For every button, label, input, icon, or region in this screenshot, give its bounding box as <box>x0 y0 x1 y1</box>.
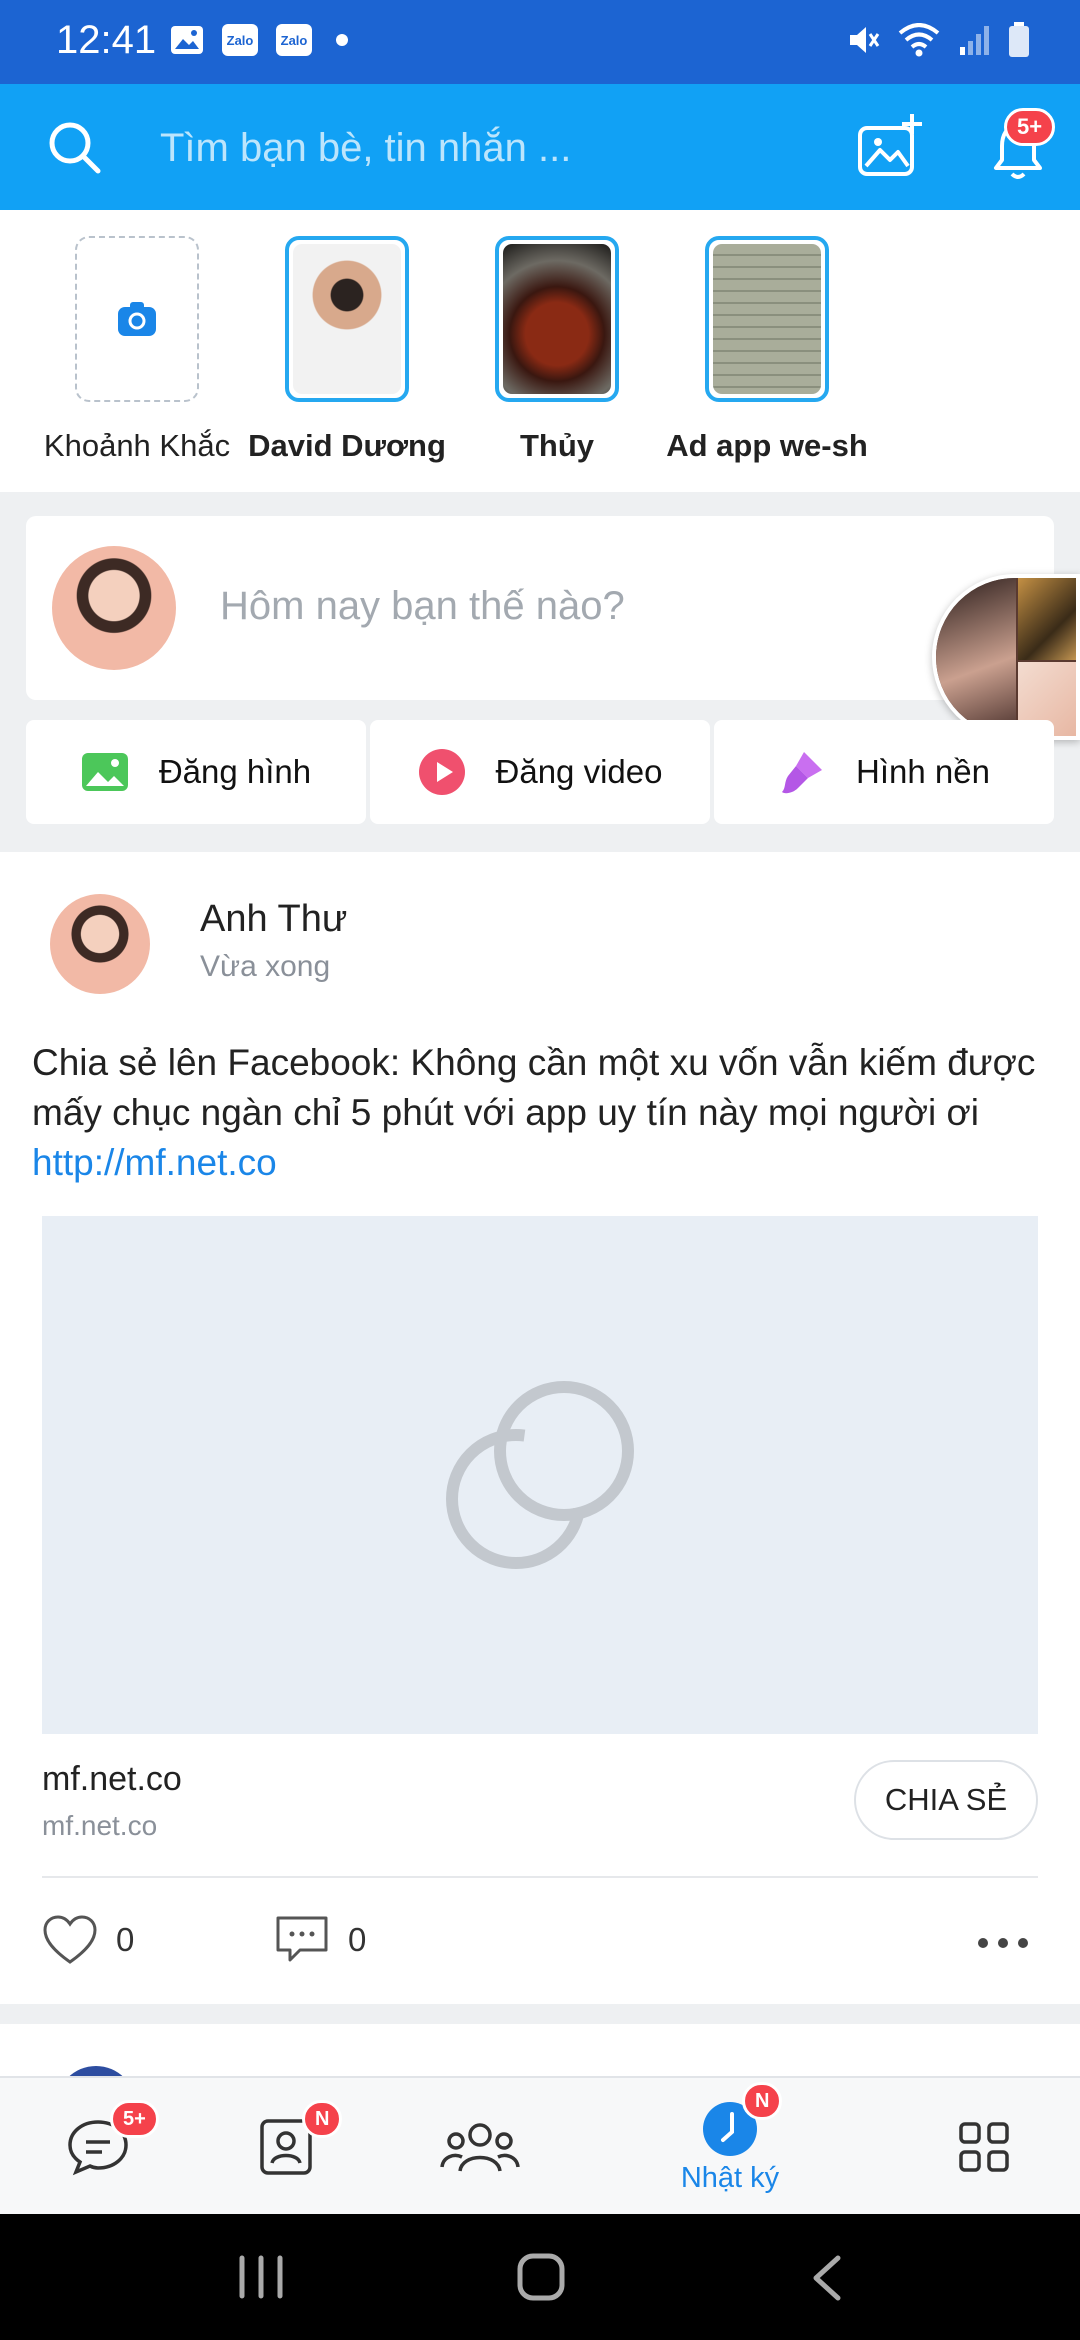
search-icon[interactable] <box>44 117 104 177</box>
tab-messages[interactable]: 5+ <box>8 2078 188 2216</box>
stories-row: Khoảnh Khắc David Dương Thủy Ad app we-s… <box>0 210 1080 492</box>
app-header: 5+ <box>0 84 1080 210</box>
back-icon[interactable] <box>808 2254 844 2302</box>
status-time: 12:41 <box>56 18 157 62</box>
grid-menu-icon <box>959 2122 1009 2172</box>
floating-chat-head[interactable] <box>932 574 1080 740</box>
link-preview-image[interactable] <box>42 1216 1038 1734</box>
mute-icon <box>850 27 880 53</box>
video-play-icon <box>418 749 465 795</box>
messages-badge: 5+ <box>110 2100 159 2138</box>
story-item[interactable]: David Dương <box>242 236 452 464</box>
story-label: Thủy <box>519 428 595 463</box>
groups-icon <box>440 2123 520 2172</box>
composer-actions: Đăng hình Đăng video Hình nền <box>26 720 1054 824</box>
search-input[interactable] <box>160 118 800 178</box>
post-link[interactable]: http://mf.net.co <box>32 1142 277 1183</box>
post-photo-button[interactable]: Đăng hình <box>26 720 366 824</box>
battery-icon <box>1009 22 1029 57</box>
paint-brush-icon <box>782 752 823 794</box>
tab-timeline[interactable]: Nhật ký N <box>640 2078 820 2216</box>
comment-button[interactable]: 0 <box>274 1914 366 1966</box>
zalo-notification-icon: Zalo <box>222 24 258 56</box>
home-icon[interactable] <box>516 2252 566 2302</box>
post-video-button[interactable]: Đăng video <box>370 720 710 824</box>
image-icon <box>81 753 128 791</box>
divider <box>42 1876 1038 1878</box>
contacts-badge: N <box>302 2100 343 2138</box>
tab-groups[interactable] <box>390 2078 570 2216</box>
system-status-icons <box>846 22 1030 58</box>
system-navigation-bar <box>0 2214 1080 2340</box>
comment-count: 0 <box>348 1921 367 1958</box>
author-avatar[interactable] <box>50 894 150 994</box>
timeline-badge: N <box>742 2082 783 2120</box>
post-author[interactable]: Anh Thư <box>200 898 347 941</box>
zalo-notification-icon: Zalo <box>276 24 312 56</box>
more-options-icon[interactable] <box>976 1936 1030 1950</box>
status-composer[interactable]: Hôm nay bạn thế nào? <box>26 516 1054 700</box>
add-story-placeholder <box>75 236 199 402</box>
story-thumbnail <box>285 236 409 402</box>
story-item[interactable]: Thủy <box>452 236 662 464</box>
tab-timeline-label: Nhật ký <box>680 2161 780 2194</box>
link-icon <box>446 1381 634 1569</box>
story-label: Khoảnh Khắc <box>43 428 231 463</box>
background-button[interactable]: Hình nền <box>714 720 1054 824</box>
wifi-icon <box>898 23 940 57</box>
notification-icons: Zalo Zalo <box>170 24 348 56</box>
camera-icon <box>118 302 156 336</box>
like-count: 0 <box>116 1921 135 1958</box>
story-item[interactable]: Ad app we-sh <box>662 236 872 464</box>
notification-badge: 5+ <box>1004 108 1056 146</box>
bottom-navigation: 5+ N Nhật ký N <box>0 2076 1080 2214</box>
story-thumbnail <box>495 236 619 402</box>
signal-icon <box>960 26 989 55</box>
like-button[interactable]: 0 <box>42 1914 134 1966</box>
tab-contacts[interactable]: N <box>196 2078 376 2216</box>
link-title[interactable]: mf.net.co <box>42 1760 182 1799</box>
composer-placeholder: Hôm nay bạn thế nào? <box>220 584 625 628</box>
post-text: Chia sẻ lên Facebook: Không cần một xu v… <box>32 1038 1052 1188</box>
heart-icon <box>43 1915 97 1964</box>
tab-more[interactable] <box>894 2078 1074 2216</box>
post-body: Chia sẻ lên Facebook: Không cần một xu v… <box>32 1042 1036 1133</box>
post-time: Vừa xong <box>200 950 331 983</box>
story-label: David Dương <box>248 428 446 463</box>
status-bar: 12:41 Zalo Zalo <box>0 0 1080 84</box>
story-label: Ad app we-sh <box>666 428 868 463</box>
post-photo-label: Đăng hình <box>158 753 312 790</box>
feed-post: Anh Thư Vừa xong Chia sẻ lên Facebook: K… <box>0 852 1080 2004</box>
story-add-moment[interactable]: Khoảnh Khắc <box>32 236 242 464</box>
avatar <box>52 546 176 670</box>
share-button[interactable]: CHIA SẺ <box>854 1760 1038 1840</box>
more-notifications-dot <box>336 34 348 46</box>
gallery-notification-icon <box>171 26 203 54</box>
link-domain: mf.net.co <box>42 1810 158 1841</box>
recent-apps-icon[interactable] <box>236 2254 286 2300</box>
notifications-button[interactable]: 5+ <box>990 108 1056 186</box>
post-video-label: Đăng video <box>495 753 663 790</box>
comment-icon <box>276 1916 328 1962</box>
story-thumbnail <box>705 236 829 402</box>
photo-add-icon[interactable] <box>856 112 926 182</box>
background-label: Hình nền <box>856 753 990 790</box>
